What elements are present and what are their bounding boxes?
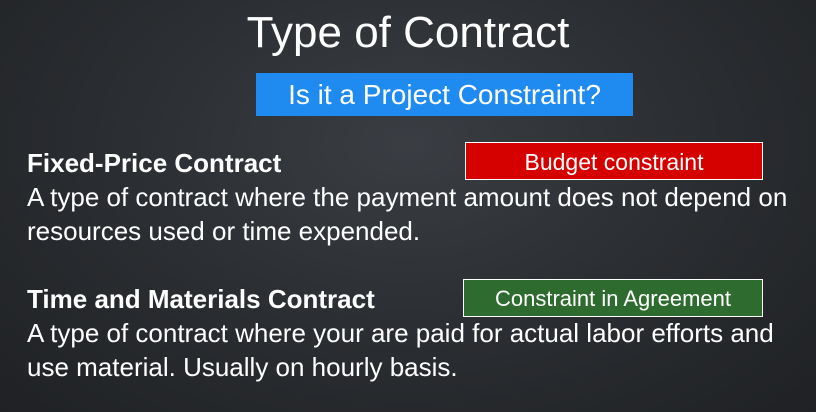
constraint-in-agreement-tag: Constraint in Agreement [463,279,763,317]
fixed-price-description: A type of contract where the payment amo… [27,182,788,246]
budget-constraint-tag: Budget constraint [465,142,763,180]
question-badge: Is it a Project Constraint? [256,73,633,116]
slide-title: Type of Contract [246,8,570,57]
time-materials-heading: Time and Materials Contract [27,284,375,314]
fixed-price-heading: Fixed-Price Contract [27,148,282,178]
time-materials-description: A type of contract where your are paid f… [27,318,774,382]
